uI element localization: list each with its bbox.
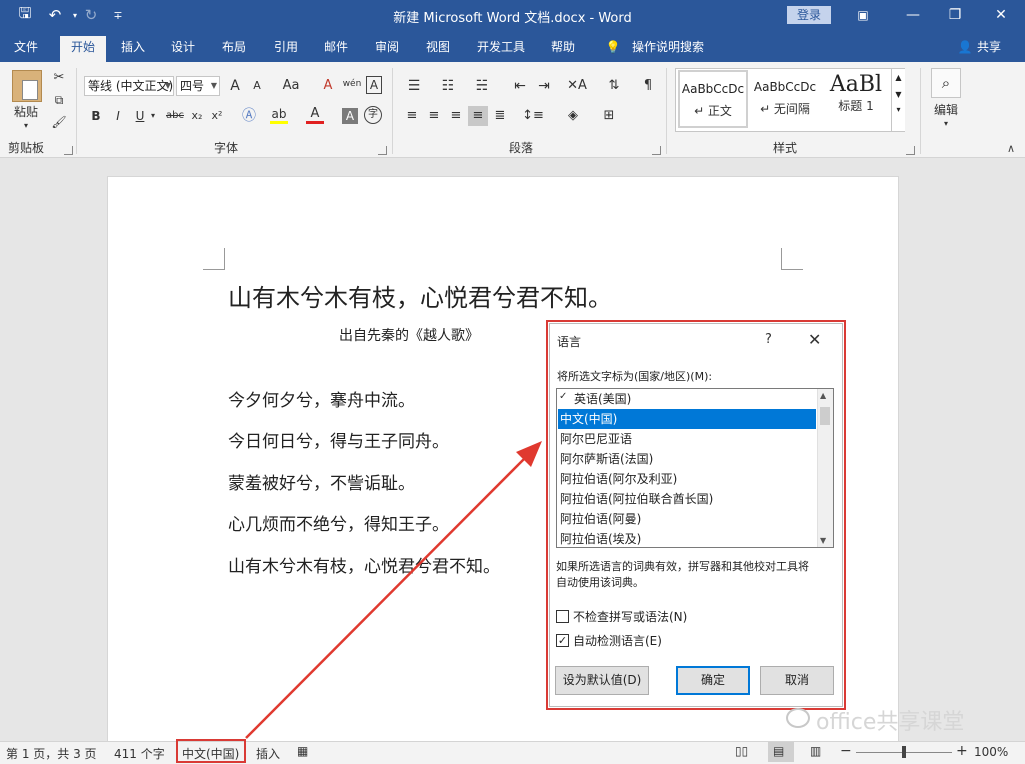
zoom-level[interactable]: 100%: [974, 745, 1008, 759]
scroll-down-icon[interactable]: ▼: [820, 536, 826, 545]
dictionary-info-line2: 自动使用该词典。: [556, 576, 644, 589]
zoom-slider-thumb[interactable]: [902, 746, 906, 758]
web-layout-icon[interactable]: ▥: [810, 744, 821, 758]
print-layout-icon[interactable]: ▤: [773, 744, 784, 758]
insert-mode[interactable]: 插入: [256, 745, 280, 762]
language-item[interactable]: 英语(美国): [558, 389, 816, 409]
language-item[interactable]: 阿拉伯语(阿曼): [558, 509, 816, 529]
language-item[interactable]: 阿尔巴尼亚语: [558, 429, 816, 449]
dialog-title: 语言: [557, 335, 582, 349]
macro-record-icon[interactable]: ▦: [297, 744, 308, 758]
no-proofing-checkbox[interactable]: [556, 610, 569, 623]
annotation-arrow: [245, 441, 542, 739]
set-default-button[interactable]: 设为默认值(D): [555, 666, 649, 695]
language-item[interactable]: 阿拉伯语(阿拉伯联合酋长国): [558, 489, 816, 509]
language-item[interactable]: 阿拉伯语(阿尔及利亚): [558, 469, 816, 489]
dialog-help-button[interactable]: ?: [765, 332, 772, 347]
word-count[interactable]: 411 个字: [114, 745, 165, 762]
language-item-selected[interactable]: 中文(中国): [558, 409, 816, 429]
read-mode-icon[interactable]: ▯▯: [735, 744, 748, 758]
spellcheck-icon: ✓: [559, 391, 568, 402]
dialog-close-button[interactable]: ✕: [808, 330, 821, 349]
language-list-label: 将所选文字标为(国家/地区)(M):: [557, 370, 713, 383]
language-item[interactable]: 阿拉伯语(埃及): [558, 529, 816, 549]
zoom-out-icon[interactable]: −: [840, 743, 852, 759]
auto-detect-checkbox[interactable]: ✓: [556, 634, 569, 647]
watermark-text: office共享课堂: [816, 710, 965, 735]
language-item[interactable]: 阿尔萨斯语(法国): [558, 449, 816, 469]
no-proofing-label[interactable]: 不检查拼写或语法(N): [573, 608, 687, 625]
scroll-up-icon[interactable]: ▲: [820, 391, 826, 400]
cancel-button[interactable]: 取消: [760, 666, 834, 695]
page-count[interactable]: 第 1 页，共 3 页: [6, 745, 97, 762]
dictionary-info-line1: 如果所选语言的词典有效，拼写器和其他校对工具将: [556, 560, 809, 573]
wechat-logo-icon: [786, 708, 810, 728]
auto-detect-label[interactable]: 自动检测语言(E): [573, 632, 662, 649]
ok-button[interactable]: 确定: [676, 666, 750, 695]
scroll-thumb[interactable]: [820, 407, 830, 425]
language-status[interactable]: 中文(中国): [182, 745, 239, 762]
zoom-in-icon[interactable]: +: [956, 743, 968, 759]
